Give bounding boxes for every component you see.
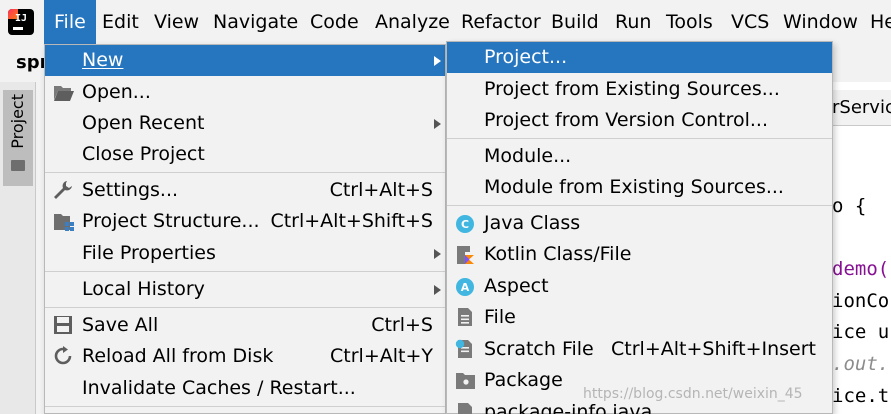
menu-edit[interactable]: Edit: [92, 0, 149, 44]
new-menu-item-java-class[interactable]: C Java Class: [447, 208, 832, 239]
submenu-arrow-icon: [434, 285, 441, 295]
menu-navigate[interactable]: Navigate: [203, 0, 308, 44]
file-menu-item-save-all[interactable]: Save All Ctrl+S: [45, 310, 445, 341]
file-menu-item-file-properties[interactable]: File Properties: [45, 238, 445, 269]
package-icon: [456, 373, 475, 389]
project-tool-window-tab[interactable]: Project: [3, 90, 33, 186]
code-line: demo(: [832, 258, 890, 280]
package-info-icon: [458, 403, 472, 414]
folder-open-icon: [54, 86, 74, 101]
svg-text:A: A: [461, 281, 470, 294]
menu-tools[interactable]: Tools: [656, 0, 723, 44]
submenu-arrow-icon: [434, 56, 441, 66]
menu-separator: [45, 271, 445, 272]
file-menu-item-local-history[interactable]: Local History: [45, 274, 445, 305]
file-menu-item-open[interactable]: Open...: [45, 77, 445, 108]
menu-refactor[interactable]: Refactor: [451, 0, 551, 44]
editor-tab[interactable]: rService: [832, 90, 891, 126]
code-line: .out.: [832, 353, 890, 375]
scratch-file-icon: [455, 339, 472, 358]
menu-vcs[interactable]: VCS: [721, 0, 779, 44]
new-menu-item-kotlin-class[interactable]: Kotlin Class/File: [447, 239, 832, 270]
code-line: ionCo: [832, 290, 890, 312]
svg-text:C: C: [461, 218, 469, 231]
new-menu-item-aspect[interactable]: A Aspect: [447, 271, 832, 302]
menu-bar: IJ File Edit View Navigate Code Analyze …: [0, 0, 891, 44]
menu-separator: [447, 205, 832, 206]
new-menu-item-scratch-file[interactable]: Scratch File Ctrl+Alt+Shift+Insert: [447, 334, 832, 365]
wrench-icon: [54, 181, 72, 199]
save-icon: [54, 316, 72, 334]
new-submenu: Project... Project from Existing Sources…: [446, 41, 833, 414]
menu-file[interactable]: File: [44, 0, 96, 44]
project-tab-label: Project: [8, 94, 27, 149]
menu-file-label: File: [54, 11, 86, 33]
new-menu-item-module[interactable]: Module...: [447, 141, 832, 172]
menu-run[interactable]: Run: [605, 0, 661, 44]
file-menu-item-settings[interactable]: Settings... Ctrl+Alt+S: [45, 175, 445, 206]
submenu-arrow-icon: [434, 119, 441, 129]
menu-view[interactable]: View: [144, 0, 209, 44]
menu-window[interactable]: Window: [773, 0, 868, 44]
folder-icon: [11, 160, 25, 171]
new-menu-item-project-from-existing-sources[interactable]: Project from Existing Sources...: [447, 74, 832, 105]
file-menu-dropdown: New Open... Open Recent Close Project Se…: [44, 44, 446, 414]
code-line: ice.t: [832, 385, 890, 407]
aspect-icon: A: [456, 278, 474, 296]
new-menu-item-project[interactable]: Project...: [447, 42, 832, 73]
watermark-text: https://blog.csdn.net/weixin_45: [583, 386, 803, 402]
file-menu-item-new[interactable]: New: [45, 45, 445, 76]
menu-separator: [45, 172, 445, 173]
file-menu-item-invalidate-caches[interactable]: Invalidate Caches / Restart...: [45, 373, 445, 404]
file-menu-item-project-structure[interactable]: Project Structure... Ctrl+Alt+Shift+S: [45, 206, 445, 237]
menu-build[interactable]: Build: [541, 0, 609, 44]
kotlin-icon: [457, 246, 474, 264]
file-menu-item-close-project[interactable]: Close Project: [45, 139, 445, 170]
new-menu-item-file[interactable]: File: [447, 302, 832, 333]
new-menu-item-module-from-existing-sources[interactable]: Module from Existing Sources...: [447, 172, 832, 203]
menu-separator: [45, 307, 445, 308]
intellij-logo-icon: IJ: [8, 9, 34, 35]
file-menu-item-open-recent[interactable]: Open Recent: [45, 108, 445, 139]
file-icon: [458, 308, 472, 326]
menu-analyze[interactable]: Analyze: [365, 0, 460, 44]
java-class-icon: C: [456, 215, 474, 233]
menu-separator: [45, 406, 445, 407]
reload-icon: [54, 346, 72, 365]
menu-code[interactable]: Code: [300, 0, 369, 44]
project-structure-icon: [54, 214, 74, 231]
code-line: o {: [832, 195, 867, 217]
menu-help[interactable]: He: [860, 0, 891, 44]
submenu-arrow-icon: [434, 249, 441, 259]
code-line: ice u: [832, 321, 890, 343]
menu-separator: [447, 138, 832, 139]
new-menu-item-project-from-vcs[interactable]: Project from Version Control...: [447, 105, 832, 136]
file-menu-item-reload-all[interactable]: Reload All from Disk Ctrl+Alt+Y: [45, 341, 445, 372]
